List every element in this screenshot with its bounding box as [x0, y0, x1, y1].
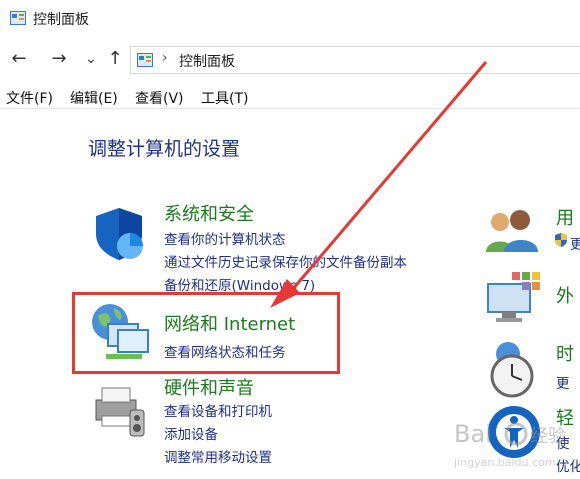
svg-text:Bai: Bai — [454, 420, 492, 448]
red-arrow-annotation — [270, 61, 488, 308]
svg-text:jingyan.baidu.com: jingyan.baidu.com — [453, 456, 556, 469]
baidu-watermark-logo: Bai 经验 jingyan.baidu.com — [453, 420, 566, 469]
svg-text:经验: 经验 — [530, 426, 566, 447]
